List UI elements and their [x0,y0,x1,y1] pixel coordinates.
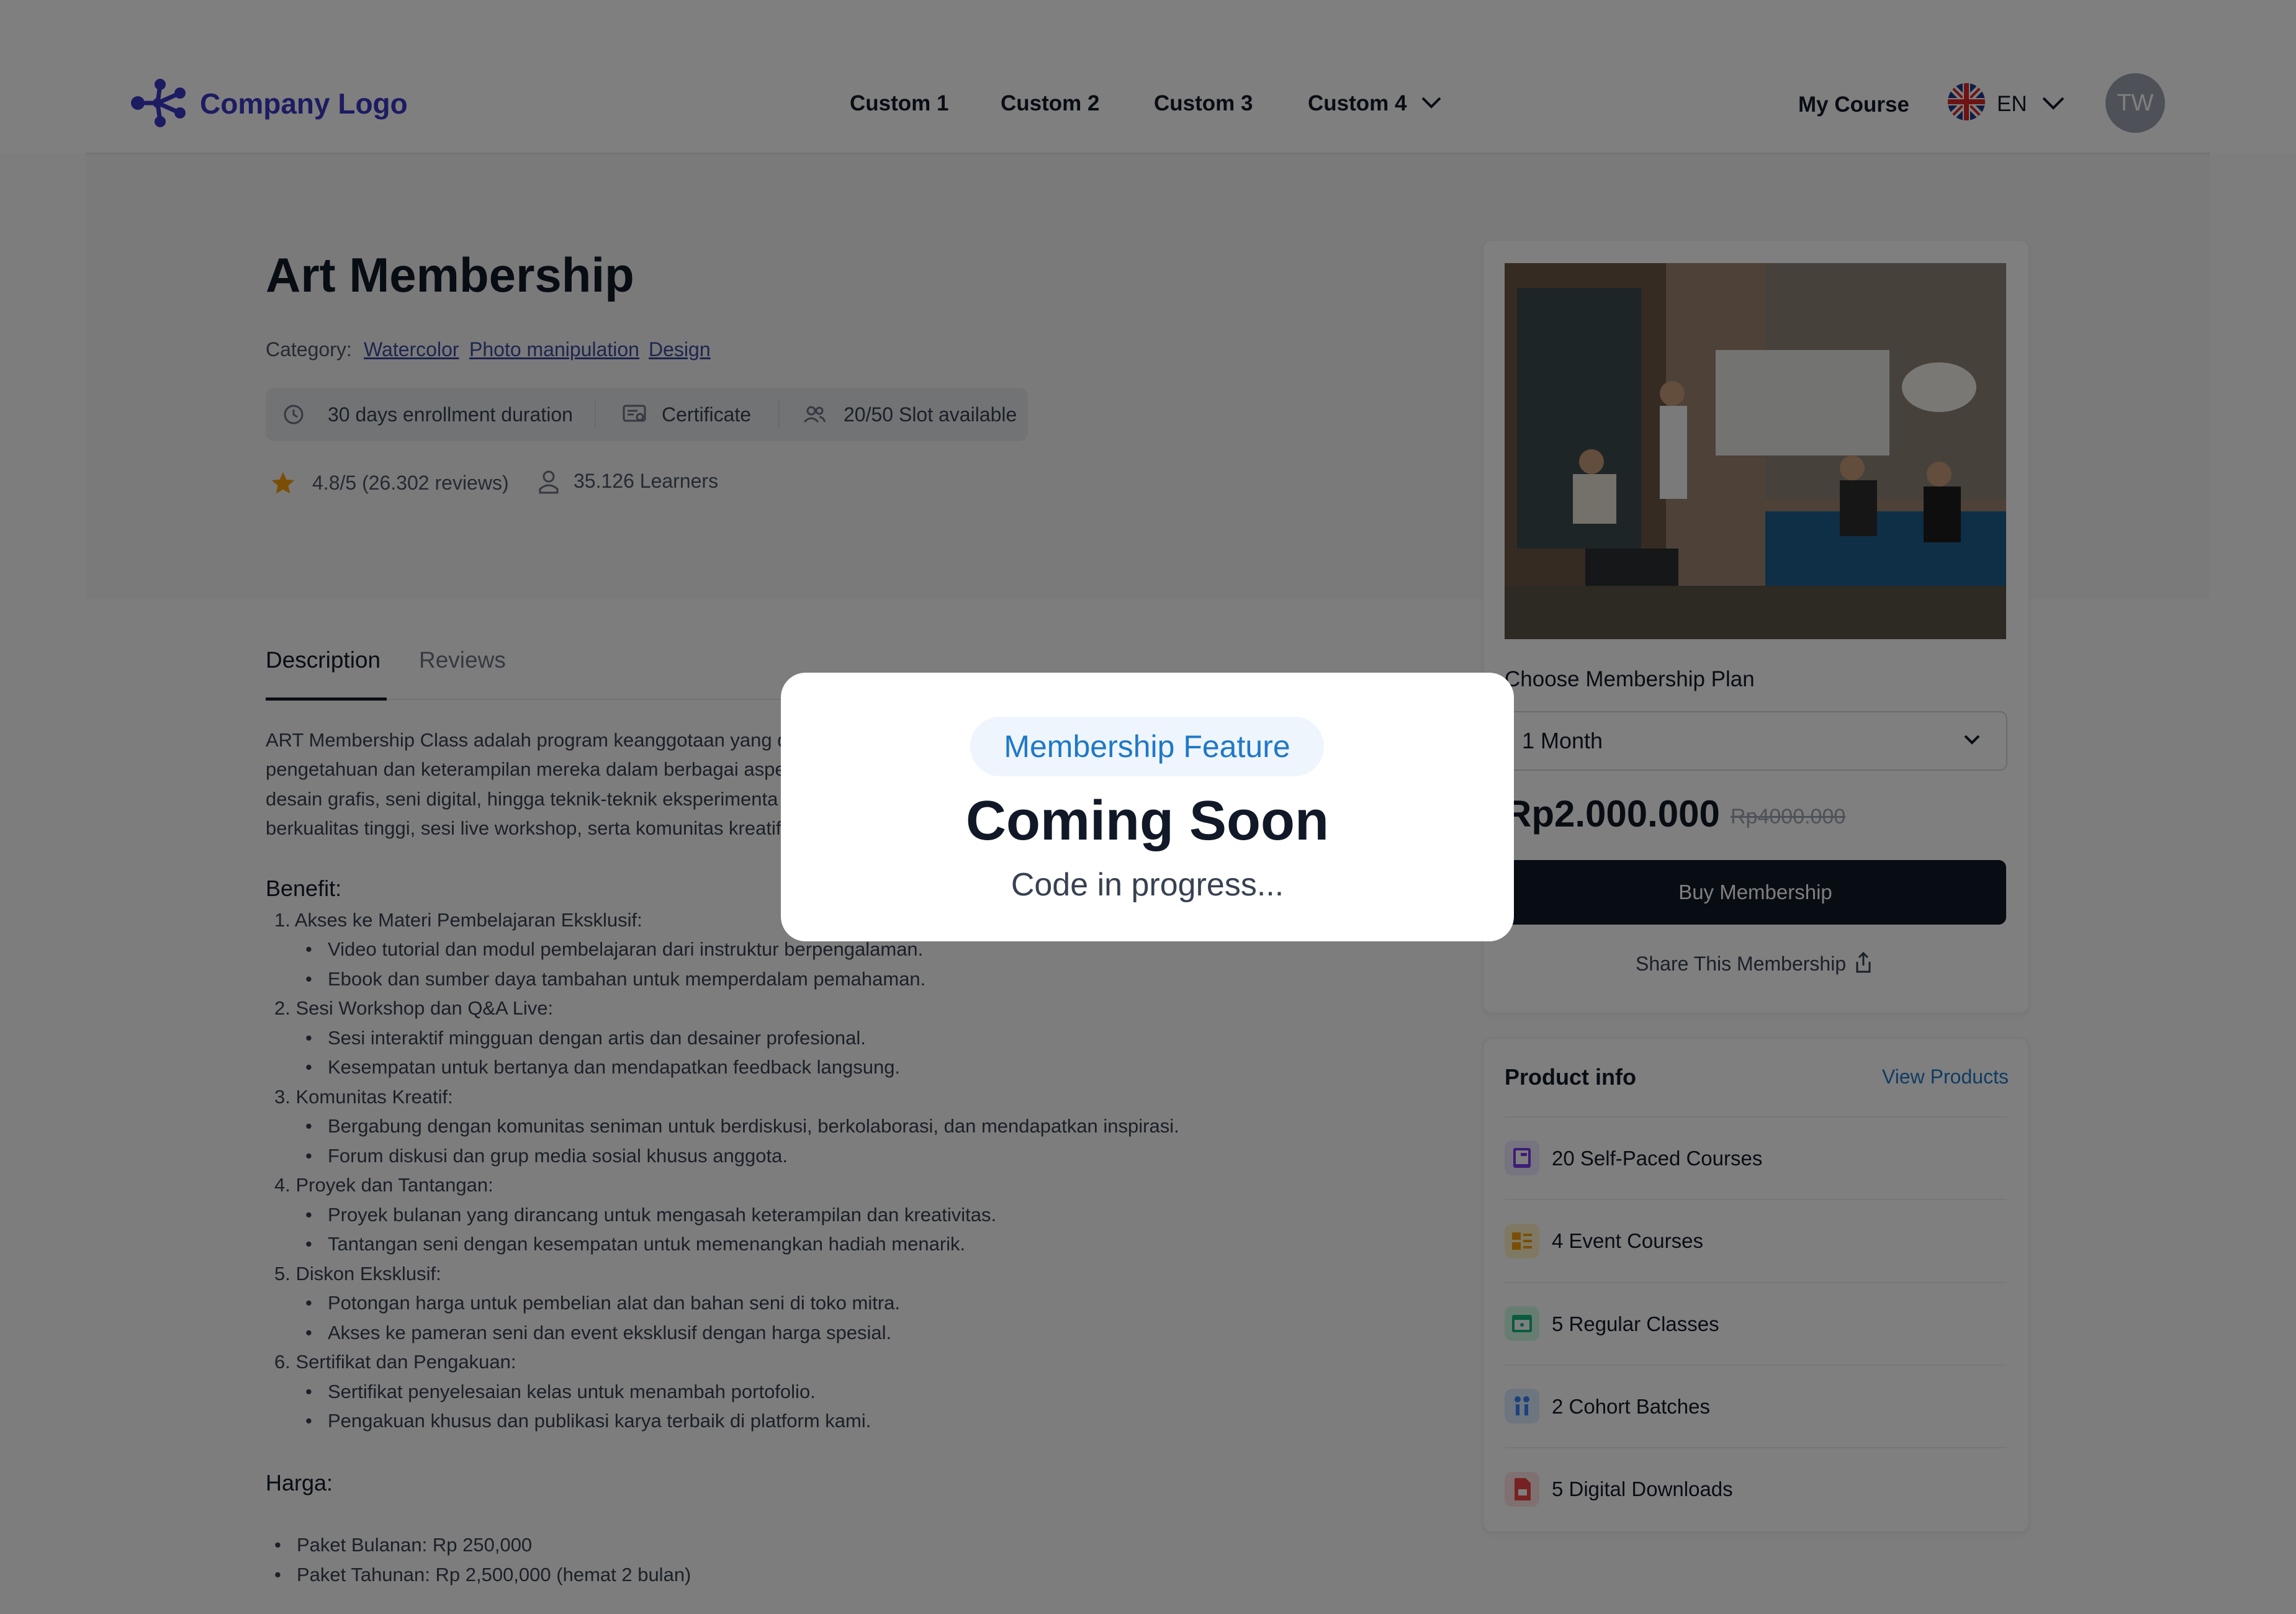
modal-subtitle: Code in progress... [1011,867,1284,903]
modal-title: Coming Soon [966,790,1329,852]
membership-feature-badge: Membership Feature [970,717,1324,776]
